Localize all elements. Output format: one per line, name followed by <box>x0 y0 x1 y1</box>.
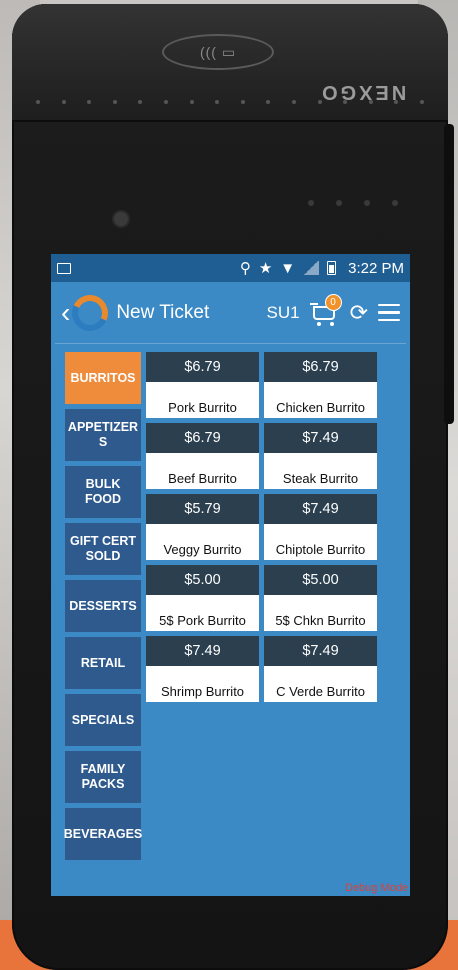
printer-vents <box>36 100 424 106</box>
sensor-dots <box>308 200 398 208</box>
side-button <box>444 124 454 424</box>
menu-item-tile[interactable]: $6.79 Beef Burrito <box>146 423 259 489</box>
menu-item-tile[interactable]: $5.00 5$ Pork Burrito <box>146 565 259 631</box>
item-price: $5.79 <box>146 494 259 524</box>
menu-item-tile[interactable]: $6.79 Chicken Burrito <box>264 352 377 418</box>
printer-head: ((( ▭ NEXGO <box>12 4 448 122</box>
item-grid: $6.79 Pork Burrito $6.79 Chicken Burrito $6.… <box>146 352 377 702</box>
nfc-contactless-icon: ((( ▭ <box>162 34 274 70</box>
item-price: $7.49 <box>264 423 377 453</box>
item-price: $7.49 <box>264 636 377 666</box>
ticket-content: BURRITOS APPETIZER S BULK FOOD GIFT CERT SO… <box>64 352 410 896</box>
category-desserts[interactable]: DESSERTS <box>65 580 141 632</box>
menu-item-tile[interactable]: $7.49 Chiptole Burrito <box>264 494 377 560</box>
category-list: BURRITOS APPETIZER S BULK FOOD GIFT CERT SO… <box>64 352 142 865</box>
star-icon: ★ <box>258 259 273 277</box>
status-bar: ⚲ ★ ▼ 3:22 PM <box>51 254 410 282</box>
user-label[interactable]: SU1 <box>266 303 299 323</box>
gallery-notification-icon <box>57 262 71 274</box>
app-header: ‹ New Ticket SU1 0 ⟳ <box>55 282 406 344</box>
back-icon[interactable]: ‹ <box>61 298 70 327</box>
cart-count-badge: 0 <box>324 293 342 311</box>
item-name: Chicken Burrito <box>276 400 365 415</box>
item-name: C Verde Burrito <box>276 684 365 699</box>
item-name: Veggy Burrito <box>163 542 242 557</box>
item-price: $6.79 <box>264 352 377 382</box>
menu-icon[interactable] <box>378 303 400 322</box>
menu-item-tile[interactable]: $7.49 C Verde Burrito <box>264 636 377 702</box>
item-price: $7.49 <box>146 636 259 666</box>
item-name: Steak Burrito <box>282 471 359 486</box>
category-specials[interactable]: SPECIALS <box>65 694 141 746</box>
item-price: $7.49 <box>264 494 377 524</box>
app-logo <box>67 289 114 336</box>
category-bulk-food[interactable]: BULK FOOD <box>65 466 141 518</box>
category-beverages[interactable]: BEVERAGES <box>64 808 142 860</box>
item-price: $5.00 <box>146 565 259 595</box>
page-title: New Ticket <box>116 301 210 323</box>
menu-item-tile[interactable]: $7.49 Steak Burrito <box>264 423 377 489</box>
category-retail[interactable]: RETAIL <box>65 637 141 689</box>
refresh-icon[interactable]: ⟳ <box>350 301 368 324</box>
battery-icon <box>327 261 337 275</box>
category-gift-cert-sold[interactable]: GIFT CERT SOLD <box>65 523 141 575</box>
item-price: $6.79 <box>146 423 259 453</box>
app-screen: ⚲ ★ ▼ 3:22 PM ‹ New Ticket SU1 0 ⟳ BURRI… <box>51 254 410 896</box>
item-price: $5.00 <box>264 565 377 595</box>
status-time: 3:22 PM <box>348 259 404 277</box>
item-name: 5$ Pork Burrito <box>159 613 246 628</box>
menu-item-tile[interactable]: $7.49 Shrimp Burrito <box>146 636 259 702</box>
item-name: 5$ Chkn Burrito <box>275 613 366 628</box>
category-burritos[interactable]: BURRITOS <box>65 352 141 404</box>
menu-item-tile[interactable]: $5.79 Veggy Burrito <box>146 494 259 560</box>
front-camera <box>114 212 128 226</box>
category-family-packs[interactable]: FAMILY PACKS <box>65 751 141 803</box>
menu-item-tile[interactable]: $5.00 5$ Chkn Burrito <box>264 565 377 631</box>
cart-button[interactable]: 0 <box>309 293 342 326</box>
menu-item-tile[interactable]: $6.79 Pork Burrito <box>146 352 259 418</box>
category-appetizer-s[interactable]: APPETIZER S <box>65 409 141 461</box>
item-price: $6.79 <box>146 352 259 382</box>
debug-label: Debug Mode <box>345 882 408 894</box>
item-name: Chiptole Burrito <box>275 542 366 557</box>
wifi-icon: ▼ <box>280 259 296 277</box>
item-name: Beef Burrito <box>168 471 237 486</box>
cell-signal-icon <box>303 261 320 275</box>
item-name: Pork Burrito <box>168 400 237 415</box>
location-icon: ⚲ <box>239 259 251 277</box>
item-name: Shrimp Burrito <box>160 684 245 699</box>
